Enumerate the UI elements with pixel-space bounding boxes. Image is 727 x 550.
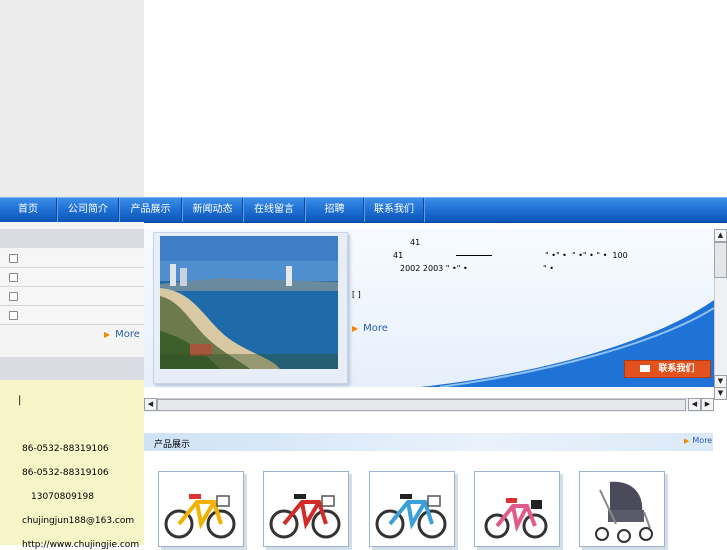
intro-text-line: 41 (410, 238, 421, 247)
nav-item-about[interactable]: 公司简介 (58, 198, 119, 222)
scroll-down-arrow-icon[interactable]: ▼ (714, 387, 727, 400)
product-card[interactable] (158, 471, 244, 547)
sidebar-item[interactable] (0, 287, 144, 306)
product-card[interactable] (474, 471, 560, 547)
scroll-left-arrow-icon[interactable]: ◀ (144, 398, 157, 411)
contact-tel: 86-0532-88319106 (22, 444, 109, 454)
header-banner-left (0, 0, 144, 197)
arrow-right-icon: ▶ (104, 330, 111, 339)
vertical-scroll-thumb[interactable] (714, 242, 727, 278)
scroll-up-arrow-icon[interactable]: ▲ (714, 229, 727, 242)
scroll-left-arrow-icon[interactable]: ◀ (688, 398, 701, 411)
intro-text-line: 41 (393, 251, 404, 260)
intro-more-link[interactable]: ▶ More (352, 323, 388, 334)
product-card[interactable] (579, 471, 665, 547)
nav-item-news[interactable]: 新闻动态 (183, 198, 243, 222)
red-kids-bicycle-image (269, 494, 341, 539)
intro-brackets: [ ] (352, 290, 361, 299)
sidebar-more-link[interactable]: ▶ More (104, 329, 140, 340)
product-card[interactable] (369, 471, 455, 547)
contact-us-button[interactable]: 联系我们 (624, 360, 711, 378)
contact-mobile: 13070809198 (31, 492, 94, 502)
checkbox-icon (9, 254, 18, 263)
qingdao-beach-photo (160, 236, 338, 369)
underline-divider (456, 255, 492, 256)
blue-kids-bicycle-image (375, 494, 447, 539)
more-label: More (363, 323, 388, 334)
main-nav: 首页 公司简介 产品展示 新闻动态 在线留言 招聘 联系我们 (0, 197, 727, 223)
products-header (144, 433, 713, 451)
nav-item-contact[interactable]: 联系我们 (365, 198, 424, 222)
contact-header (0, 357, 144, 380)
product-card[interactable] (263, 471, 349, 547)
products-title: 产品展示 (154, 440, 191, 450)
intro-text-line: " • (543, 264, 554, 273)
yellow-kids-bicycle-image (164, 494, 236, 539)
nav-item-guestbook[interactable]: 在线留言 (244, 198, 305, 222)
sidebar-item[interactable] (0, 306, 144, 325)
sidebar-item[interactable] (0, 268, 144, 287)
contact-website[interactable]: http://www.chujingjie.com (22, 540, 139, 550)
arrow-right-icon: ▶ (352, 324, 359, 333)
pink-kids-bicycle-image (484, 498, 548, 539)
horizontal-scroll-thumb[interactable] (157, 399, 686, 411)
scroll-right-arrow-icon[interactable]: ▶ (701, 398, 714, 411)
contact-email[interactable]: chujingjun188@163.com (22, 516, 134, 526)
more-label: More (115, 329, 140, 340)
sidebar-header (0, 229, 144, 248)
intro-text-line: 2002 2003 " •" • (400, 264, 468, 273)
contact-us-label: 联系我们 (658, 364, 695, 374)
checkbox-icon (9, 273, 18, 282)
intro-text-line: " •" • " •" • " • 100 (545, 251, 628, 260)
nav-item-products[interactable]: 产品展示 (120, 198, 182, 222)
contact-fax: 86-0532-88319106 (22, 468, 109, 478)
more-label: More (692, 436, 713, 445)
nav-item-home[interactable]: 首页 (0, 198, 57, 222)
text-cursor: | (18, 395, 22, 406)
arrow-right-icon: ▶ (684, 437, 690, 445)
header-banner (144, 0, 727, 197)
nav-item-jobs[interactable]: 招聘 (306, 198, 364, 222)
checkbox-icon (9, 311, 18, 320)
checkbox-icon (9, 292, 18, 301)
sidebar-item[interactable] (0, 249, 144, 268)
products-more-link[interactable]: ▶ More (684, 436, 712, 445)
baby-stroller-image (595, 481, 653, 543)
envelope-icon (640, 365, 651, 372)
